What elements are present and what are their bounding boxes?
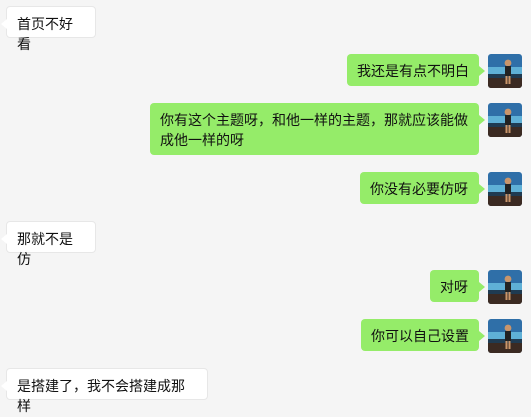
user-avatar-icon xyxy=(488,319,522,353)
incoming-message-bubble[interactable]: 那就不是仿 xyxy=(1,221,96,268)
avatar[interactable] xyxy=(488,172,522,206)
outgoing-message-bubble[interactable]: 对呀 xyxy=(430,270,485,302)
message-text: 对呀 xyxy=(440,280,468,296)
message-text: 是搭建了，我不会搭建成那样 xyxy=(17,379,185,415)
message-text: 你没有必要仿呀 xyxy=(370,182,468,198)
user-avatar-icon xyxy=(488,172,522,206)
outgoing-message-bubble[interactable]: 你有这个主题呀，和他一样的主题，那就应该能做成他一样的呀 xyxy=(150,103,485,155)
avatar[interactable] xyxy=(488,103,522,137)
outgoing-message-bubble[interactable]: 你可以自己设置 xyxy=(361,319,485,351)
chat-message-list: 首页不好看 我还是有点不明白 你有这个主题呀，和他一样的主题，那就应该能做成他一… xyxy=(0,0,531,415)
outgoing-message-bubble[interactable]: 你没有必要仿呀 xyxy=(360,172,485,204)
user-avatar-icon xyxy=(488,54,522,88)
message-text: 那就不是仿 xyxy=(17,232,73,268)
incoming-message-bubble[interactable]: 是搭建了，我不会搭建成那样 xyxy=(1,368,208,415)
user-avatar-icon xyxy=(488,270,522,304)
message-text: 你可以自己设置 xyxy=(371,329,469,345)
avatar[interactable] xyxy=(488,319,522,353)
avatar[interactable] xyxy=(488,270,522,304)
message-text: 你有这个主题呀，和他一样的主题，那就应该能做成他一样的呀 xyxy=(160,113,468,149)
incoming-message-bubble[interactable]: 首页不好看 xyxy=(1,6,96,53)
outgoing-message-bubble[interactable]: 我还是有点不明白 xyxy=(347,54,485,86)
user-avatar-icon xyxy=(488,103,522,137)
message-text: 我还是有点不明白 xyxy=(357,64,469,80)
avatar[interactable] xyxy=(488,54,522,88)
message-text: 首页不好看 xyxy=(17,17,73,53)
